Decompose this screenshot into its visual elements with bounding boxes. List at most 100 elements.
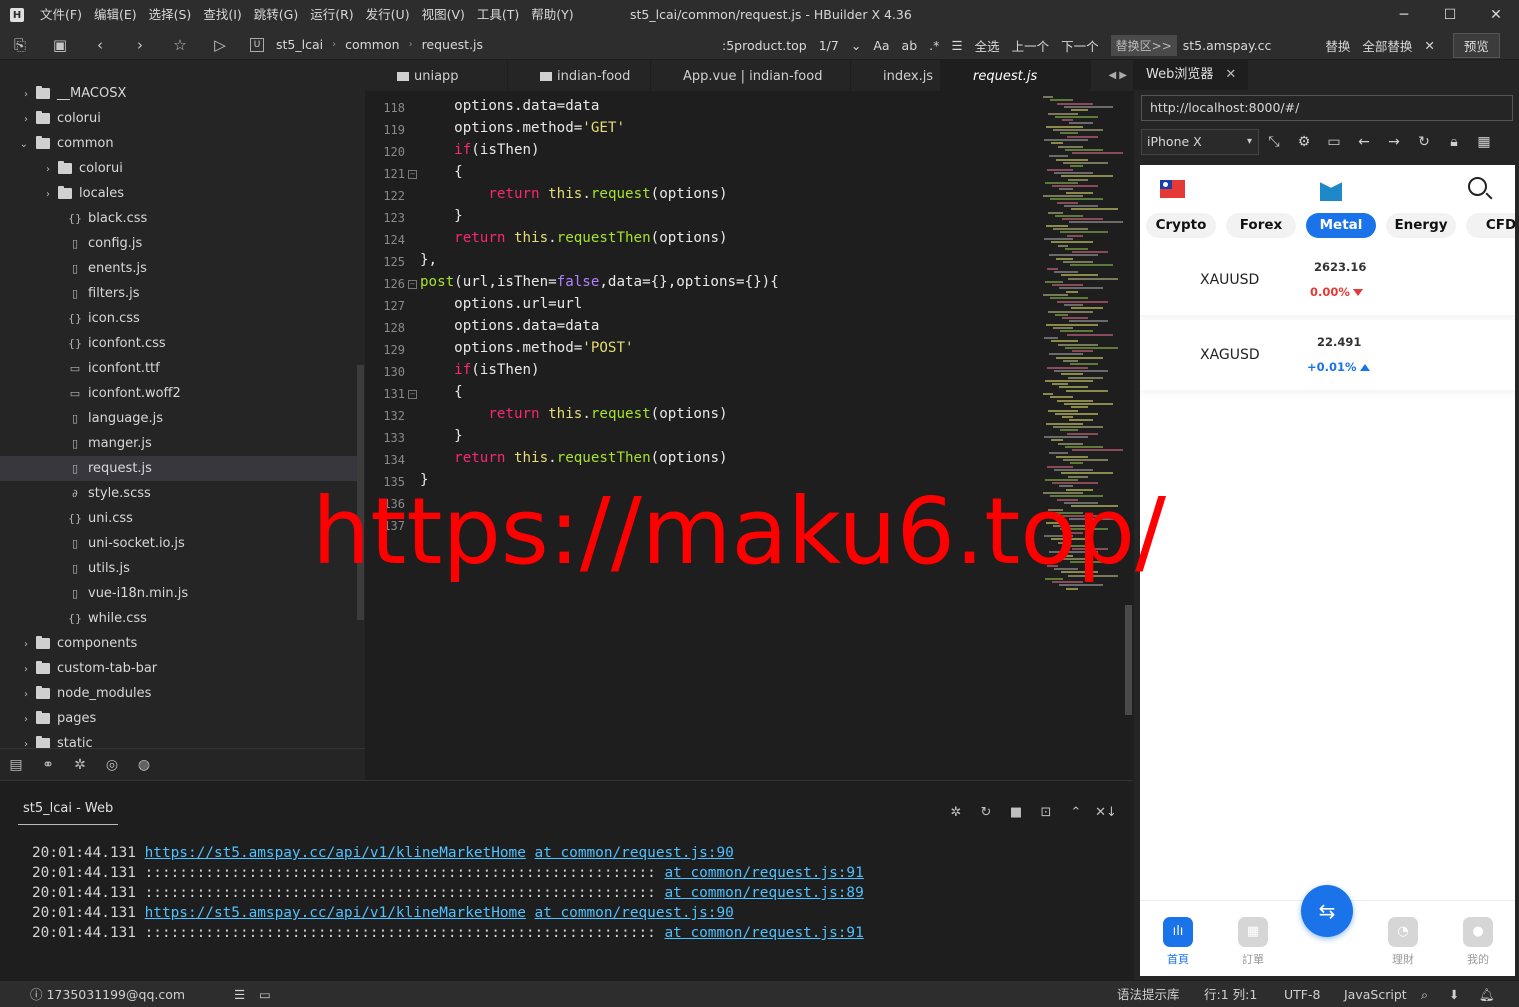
menu-item[interactable]: 选择(S) [143, 0, 198, 30]
clear-icon[interactable]: ⊡ [1031, 805, 1061, 820]
terminal-icon[interactable]: ▭ [259, 981, 271, 1007]
editor-tab[interactable]: App.vue | indian-food [651, 60, 851, 92]
tree-item[interactable]: ⌄ common [0, 131, 357, 156]
nav-finance[interactable]: ◔ 理財 [1378, 917, 1428, 967]
nav-orders[interactable]: ▦ 訂單 [1228, 917, 1278, 967]
fold-icon[interactable]: − [408, 170, 417, 179]
breadcrumb-project[interactable]: st5_lcai [276, 37, 323, 52]
save-icon[interactable]: ▣ [40, 30, 80, 60]
search-icon[interactable] [1468, 177, 1487, 196]
editor-tab[interactable]: index.js [851, 60, 941, 92]
tree-item[interactable]: {} uni.css [0, 506, 357, 531]
case-sensitive-icon[interactable]: Aa [873, 38, 889, 53]
menu-item[interactable]: 工具(T) [471, 0, 525, 30]
market-row[interactable]: XAGUSD 22.491 +0.01% [1140, 320, 1515, 390]
menu-item[interactable]: 帮助(Y) [525, 0, 579, 30]
select-all-button[interactable]: 全选 [975, 36, 1000, 55]
menu-item[interactable]: 编辑(E) [88, 0, 143, 30]
lock-icon[interactable]: 🔒︎ [1439, 134, 1469, 150]
search-input[interactable]: :5product.top [722, 38, 807, 53]
tree-item[interactable]: ▭ iconfont.woff2 [0, 381, 357, 406]
list-icon[interactable]: ☰ [234, 981, 245, 1007]
category-tab[interactable]: Energy [1386, 213, 1456, 238]
rotate-icon[interactable]: ⤡ [1259, 134, 1289, 150]
fold-icon[interactable]: − [408, 280, 417, 289]
forward-icon[interactable]: › [120, 30, 160, 60]
nav-home[interactable]: ılı 首頁 [1153, 917, 1203, 967]
tree-item[interactable]: ▯ language.js [0, 406, 357, 431]
url-input[interactable]: http://localhost:8000/#/ [1141, 95, 1513, 121]
breadcrumb-folder[interactable]: common [345, 37, 399, 52]
run-icon[interactable]: ▷ [200, 30, 240, 60]
tree-item[interactable]: {} iconfont.css [0, 331, 357, 356]
console-tab[interactable]: st5_lcai - Web [18, 801, 119, 825]
editor-scrollbar[interactable] [1125, 605, 1132, 715]
refresh-icon[interactable]: ↻ [1409, 134, 1439, 150]
chevron-right-icon[interactable]: › [24, 664, 28, 675]
regex-icon[interactable]: .* [929, 38, 939, 53]
code-editor[interactable]: options.data=data options.method='GET' i… [365, 92, 1133, 780]
chevron-right-icon[interactable]: › [24, 89, 28, 100]
tree-item[interactable]: › node_modules [0, 681, 357, 706]
restart-icon[interactable]: ↻ [971, 805, 1001, 820]
tree-item[interactable]: ▯ enents.js [0, 256, 357, 281]
tree-item[interactable]: ▭ iconfont.ttf [0, 356, 357, 381]
star-icon[interactable]: ☆ [160, 30, 200, 60]
scroll-lock-icon[interactable]: ✕↓ [1091, 805, 1121, 820]
chevron-right-icon[interactable]: › [24, 739, 28, 748]
log-url-link[interactable]: https://st5.amspay.cc/api/v1/klineMarket… [145, 845, 526, 861]
minimize-icon[interactable]: ─ [1381, 0, 1427, 30]
replace-input[interactable]: st5.amspay.cc [1183, 38, 1272, 53]
download-icon[interactable]: ⬇ [1449, 981, 1459, 1007]
qr-code-icon[interactable]: ▦ [1469, 134, 1499, 150]
tree-item[interactable]: ▯ request.js [0, 456, 357, 481]
maximize-icon[interactable]: ☐ [1427, 0, 1473, 30]
chevron-right-icon[interactable]: › [46, 164, 50, 175]
fold-icon[interactable]: − [408, 390, 417, 399]
replace-area-toggle[interactable]: 替换区>> [1110, 34, 1177, 56]
forward-arrow-icon[interactable]: → [1379, 134, 1409, 150]
settings-icon[interactable]: ⚙ [1289, 134, 1319, 150]
menu-item[interactable]: 跳转(G) [248, 0, 304, 30]
tree-item[interactable]: ▯ filters.js [0, 281, 357, 306]
file-encoding[interactable]: UTF-8 [1284, 981, 1320, 1007]
taiwan-flag-icon[interactable] [1160, 180, 1185, 198]
bug-icon[interactable]: ✲ [64, 757, 96, 773]
close-icon[interactable]: ✕ [1473, 0, 1519, 30]
explorer-icon[interactable]: ▤ [0, 757, 32, 773]
replace-button[interactable]: 替换 [1325, 36, 1350, 55]
chevron-right-icon[interactable]: › [46, 189, 50, 200]
collapse-icon[interactable]: ⌃ [1061, 805, 1091, 820]
back-arrow-icon[interactable]: ← [1349, 134, 1379, 150]
menu-item[interactable]: 查找(I) [197, 0, 247, 30]
stop-icon[interactable]: ■ [1001, 805, 1031, 820]
close-find-icon[interactable]: ✕ [1424, 38, 1434, 53]
search-icon[interactable]: ⌕ [1421, 981, 1428, 1007]
user-account[interactable]: ⓘ 1735031199@qq.com [30, 981, 185, 1007]
tree-item[interactable]: › pages [0, 706, 357, 731]
debug-icon[interactable]: ✲ [941, 805, 971, 820]
category-tab[interactable]: CFD [1466, 213, 1515, 238]
tree-item[interactable]: ∂ style.scss [0, 481, 357, 506]
tree-item[interactable]: › locales [0, 181, 357, 206]
binoculars-icon[interactable]: ⚭ [32, 757, 64, 773]
sidebar-scrollbar[interactable] [357, 365, 364, 620]
menu-item[interactable]: 运行(R) [304, 0, 359, 30]
close-icon[interactable]: ✕ [1225, 67, 1236, 82]
log-url-link[interactable]: https://st5.amspay.cc/api/v1/klineMarket… [145, 905, 526, 921]
menu-item[interactable]: 发行(U) [360, 0, 416, 30]
tree-item[interactable]: {} black.css [0, 206, 357, 231]
chevron-down-icon[interactable]: ⌄ [20, 139, 28, 150]
chevron-right-icon[interactable]: › [24, 639, 28, 650]
tree-item[interactable]: › colorui [0, 106, 357, 131]
tree-item[interactable]: › components [0, 631, 357, 656]
chevron-right-icon[interactable]: › [24, 114, 28, 125]
tree-item[interactable]: {} icon.css [0, 306, 357, 331]
tree-item[interactable]: ▯ utils.js [0, 556, 357, 581]
category-tab[interactable]: Crypto [1146, 213, 1216, 238]
breadcrumb-file[interactable]: request.js [422, 37, 483, 52]
menu-item[interactable]: 文件(F) [34, 0, 88, 30]
log-source-link[interactable]: at common/request.js:89 [664, 885, 863, 901]
replace-all-button[interactable]: 全部替换 [1362, 36, 1412, 55]
list-icon[interactable]: ☰ [951, 38, 962, 53]
